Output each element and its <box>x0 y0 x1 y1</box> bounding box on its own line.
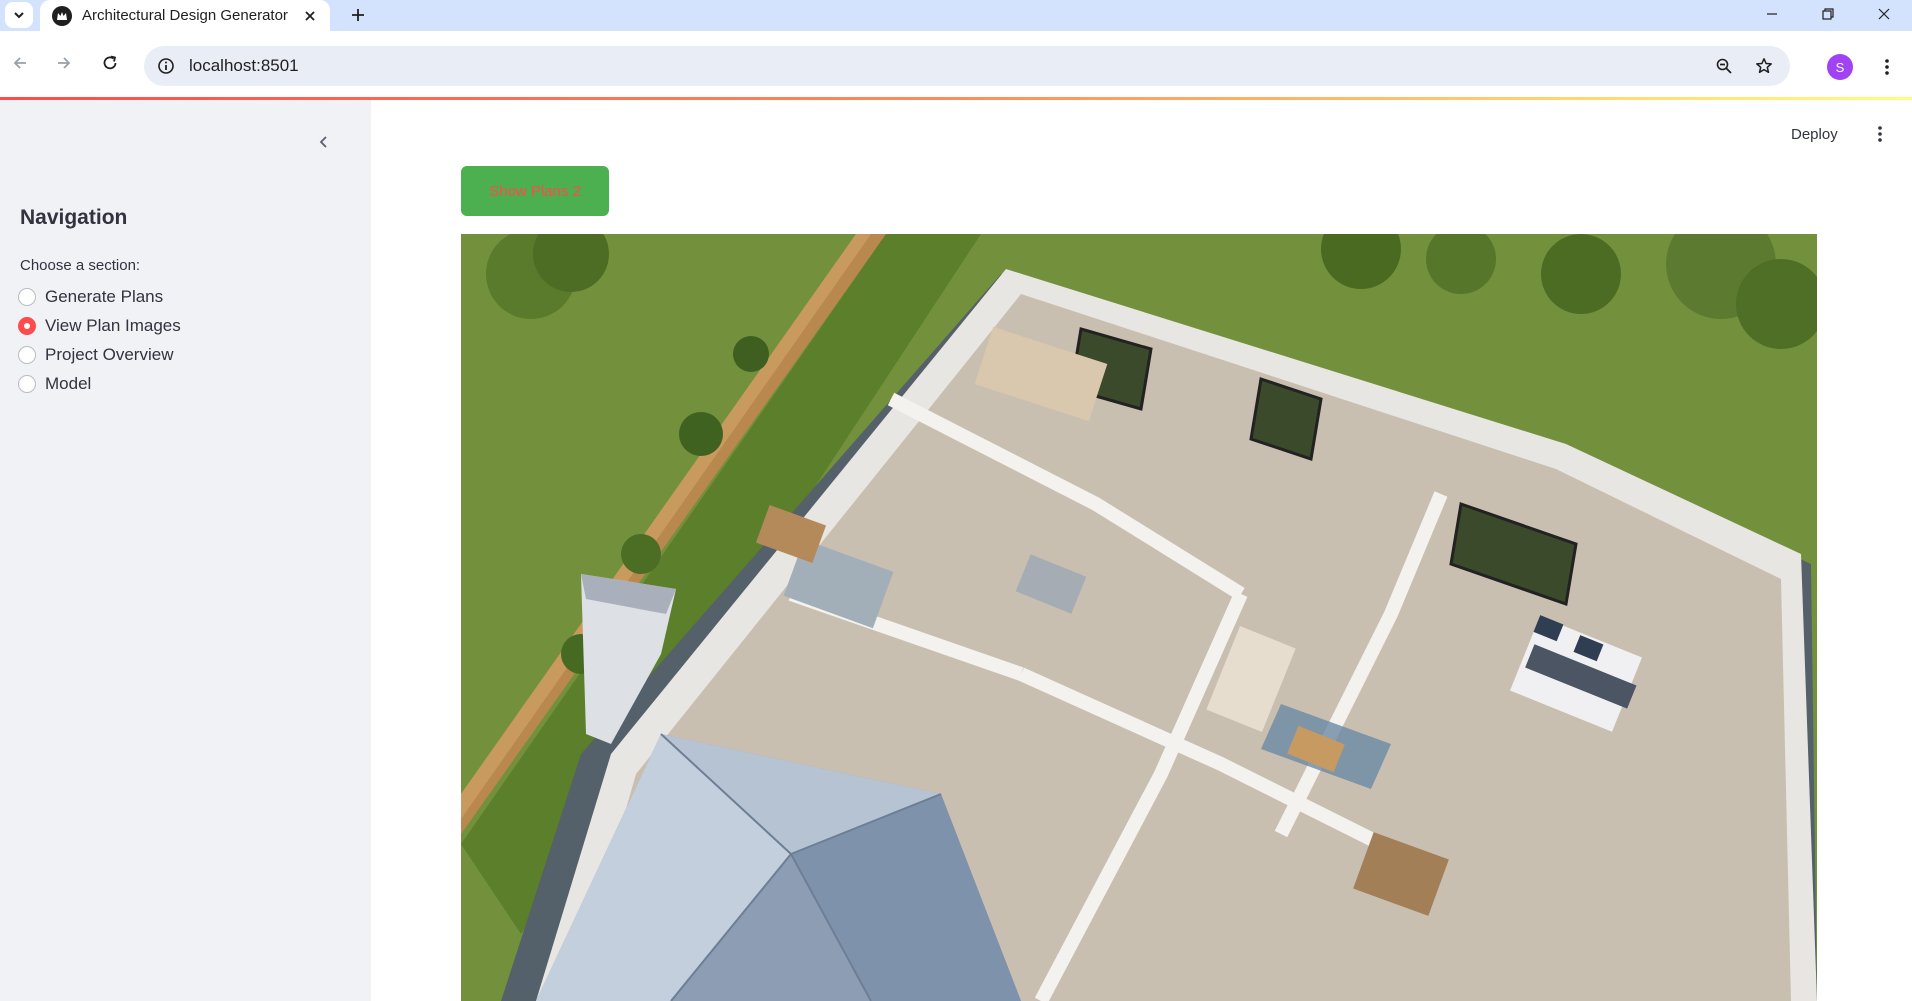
restore-icon[interactable] <box>1800 0 1856 28</box>
browser-toolbar: localhost:8501 S <box>0 31 1912 97</box>
tab-title: Architectural Design Generator <box>82 7 288 24</box>
back-arrow-icon[interactable] <box>0 43 40 83</box>
bookmark-star-icon[interactable] <box>1752 54 1776 78</box>
radio-option-project-overview[interactable]: Project Overview <box>18 343 173 367</box>
radio-button[interactable] <box>18 375 36 393</box>
sidebar-title: Navigation <box>20 206 128 229</box>
radio-button[interactable] <box>18 288 36 306</box>
deploy-button[interactable]: Deploy <box>1791 126 1838 143</box>
minimize-icon[interactable] <box>1744 0 1800 28</box>
radio-button-selected[interactable] <box>18 317 36 335</box>
radio-selected-dot <box>24 323 30 329</box>
radio-option-label: Project Overview <box>45 345 174 364</box>
browser-menu-icon[interactable] <box>1872 52 1902 82</box>
close-window-icon[interactable] <box>1856 0 1912 28</box>
zoom-icon[interactable] <box>1712 54 1736 78</box>
new-tab-icon[interactable] <box>346 3 370 27</box>
reload-icon[interactable] <box>90 43 130 83</box>
radio-option-label: View Plan Images <box>45 316 181 335</box>
browser-tab[interactable]: Architectural Design Generator <box>40 0 330 31</box>
tab-search-button[interactable] <box>5 2 33 28</box>
sidebar: Navigation Choose a section: Generate Pl… <box>0 100 371 1001</box>
radio-option-model[interactable]: Model <box>18 372 91 396</box>
radio-button[interactable] <box>18 346 36 364</box>
collapse-sidebar-chevron-icon[interactable] <box>312 130 336 154</box>
radio-group-label: Choose a section: <box>20 257 141 274</box>
radio-option-label: Generate Plans <box>45 287 164 306</box>
browser-tab-bar: Architectural Design Generator <box>0 0 1912 31</box>
close-tab-icon[interactable] <box>300 6 320 26</box>
address-bar[interactable]: localhost:8501 <box>144 46 1790 86</box>
floor-plan-image <box>461 234 1817 1001</box>
radio-option-generate-plans[interactable]: Generate Plans <box>18 285 163 309</box>
site-info-icon[interactable] <box>154 54 178 78</box>
floor-plan-illustration <box>461 234 1817 1001</box>
chevron-down-icon <box>14 12 24 19</box>
profile-avatar[interactable]: S <box>1827 54 1853 80</box>
main-content: Deploy Show Plans 2 <box>371 100 1912 1001</box>
main-menu-icon[interactable] <box>1868 122 1892 146</box>
url-text[interactable]: localhost:8501 <box>189 56 299 76</box>
show-plans-button[interactable]: Show Plans 2 <box>461 166 609 216</box>
radio-option-view-plan-images[interactable]: View Plan Images <box>18 314 181 338</box>
forward-arrow-icon[interactable] <box>44 43 84 83</box>
streamlit-favicon-icon <box>52 5 72 26</box>
radio-option-label: Model <box>45 374 92 393</box>
